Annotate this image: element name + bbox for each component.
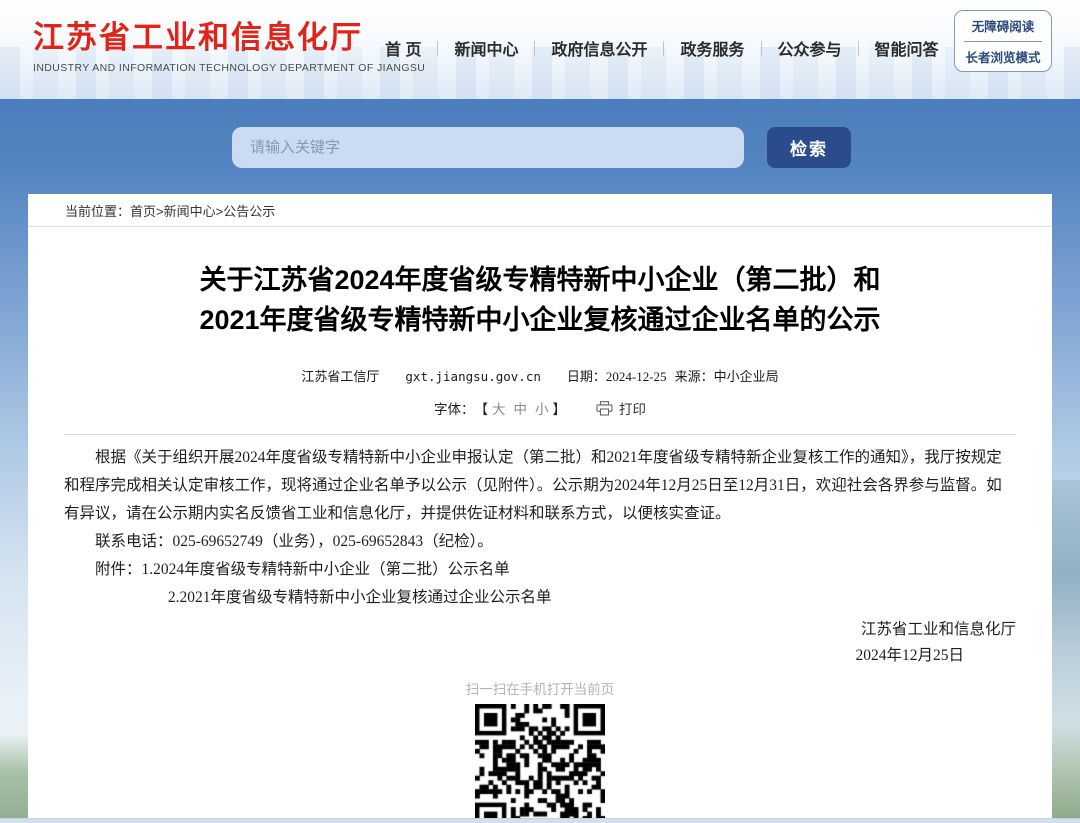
qr-caption: 扫一扫在手机打开当前页 — [64, 678, 1016, 698]
main-nav: 首 页 新闻中心 政府信息公开 政务服务 公众参与 智能问答 — [385, 36, 939, 60]
nav-item-public-participation[interactable]: 公众参与 — [778, 36, 842, 60]
print-button[interactable]: 打印 — [596, 398, 646, 418]
barrier-free-reading-link[interactable]: 无障碍阅读 — [955, 11, 1051, 41]
site-header: 江苏省工业和信息化厅 INDUSTRY AND INFORMATION TECH… — [0, 0, 1080, 99]
attachment-link-2[interactable]: 2.2021年度省级专精特新中小企业复核通过企业公示名单 — [168, 589, 552, 606]
qr-code — [475, 704, 605, 823]
font-size-small-button[interactable]: 小 — [535, 398, 549, 418]
notice-article: 关于江苏省2024年度省级专精特新中小企业（第二批）和 2021年度省级专精特新… — [28, 260, 1052, 823]
page-title: 关于江苏省2024年度省级专精特新中小企业（第二批）和 2021年度省级专精特新… — [64, 260, 1016, 340]
nav-separator — [761, 41, 762, 56]
background-scenery-right — [1052, 480, 1080, 818]
nav-item-smart-qa[interactable]: 智能问答 — [875, 36, 939, 60]
breadcrumb-path[interactable]: 首页>新闻中心>公告公示 — [130, 201, 275, 220]
article-toolbar: 字体： 【 大 中 小 】 打印 — [64, 398, 1016, 418]
attachment-link-1[interactable]: 1.2024年度省级专精特新中小企业（第二批）公示名单 — [142, 561, 510, 578]
nav-item-gov-services[interactable]: 政务服务 — [680, 36, 744, 60]
meta-department: 江苏省工信厅 — [301, 366, 379, 385]
breadcrumb-label: 当前位置： — [65, 201, 130, 220]
footer-strip — [0, 818, 1080, 823]
site-subtitle-en: INDUSTRY AND INFORMATION TECHNOLOGY DEPA… — [33, 62, 425, 74]
qr-section: 扫一扫在手机打开当前页 — [64, 678, 1016, 823]
site-logo[interactable]: 江苏省工业和信息化厅 INDUSTRY AND INFORMATION TECH… — [33, 12, 425, 74]
title-body-divider — [64, 434, 1016, 435]
nav-item-home[interactable]: 首 页 — [385, 36, 421, 60]
print-label: 打印 — [619, 398, 646, 418]
meta-source-value: 中小企业局 — [714, 366, 779, 385]
breadcrumb: 当前位置： 首页>新闻中心>公告公示 — [28, 194, 1052, 227]
nav-item-news-center[interactable]: 新闻中心 — [454, 36, 518, 60]
nav-separator — [858, 41, 859, 56]
accessibility-box: 无障碍阅读 长者浏览模式 — [954, 10, 1052, 72]
search-button[interactable]: 检索 — [767, 127, 851, 168]
signature-org: 江苏省工业和信息化厅 — [64, 617, 1016, 643]
nav-item-gov-info[interactable]: 政府信息公开 — [551, 36, 647, 60]
article-body: 根据《关于组织开展2024年度省级专精特新中小企业申报认定（第二批）和2021年… — [64, 444, 1016, 612]
meta-source-label: 来源： — [675, 366, 714, 385]
nav-separator — [663, 41, 664, 56]
attachments-line2: 2.2021年度省级专精特新中小企业复核通过企业公示名单 — [64, 584, 1016, 612]
nav-separator — [534, 41, 535, 56]
page-title-line2: 2021年度省级专精特新中小企业复核通过企业名单的公示 — [64, 300, 1016, 340]
meta-date-label: 日期： — [567, 366, 606, 385]
font-bracket-open: 【 — [475, 398, 489, 418]
site-title: 江苏省工业和信息化厅 — [33, 12, 425, 57]
attachments-label: 附件： — [95, 561, 142, 578]
font-size-large-button[interactable]: 大 — [492, 398, 506, 418]
font-size-medium-button[interactable]: 中 — [514, 398, 528, 418]
signature-date: 2024年12月25日 — [64, 643, 1016, 669]
font-size-label: 字体： — [434, 398, 475, 418]
meta-site-url: gxt.jiangsu.gov.cn — [405, 369, 540, 384]
content-panel: 当前位置： 首页>新闻中心>公告公示 关于江苏省2024年度省级专精特新中小企业… — [28, 194, 1052, 823]
printer-icon — [596, 401, 613, 416]
article-signature: 江苏省工业和信息化厅 2024年12月25日 — [64, 617, 1016, 669]
search-input[interactable] — [232, 127, 744, 168]
attachments-line1: 附件：1.2024年度省级专精特新中小企业（第二批）公示名单 — [64, 556, 1016, 584]
nav-separator — [437, 41, 438, 56]
background-scenery-trees — [0, 733, 28, 818]
font-bracket-close: 】 — [553, 398, 567, 418]
meta-date-value: 2024-12-25 — [606, 369, 667, 385]
page-title-line1: 关于江苏省2024年度省级专精特新中小企业（第二批）和 — [64, 260, 1016, 300]
article-meta: 江苏省工信厅 gxt.jiangsu.gov.cn 日期： 2024-12-25… — [64, 366, 1016, 385]
elder-mode-link[interactable]: 长者浏览模式 — [955, 42, 1051, 72]
body-paragraph-contact: 联系电话：025-69652749（业务），025-69652843（纪检）。 — [64, 528, 1016, 556]
body-paragraph-main: 根据《关于组织开展2024年度省级专精特新中小企业申报认定（第二批）和2021年… — [64, 444, 1016, 528]
